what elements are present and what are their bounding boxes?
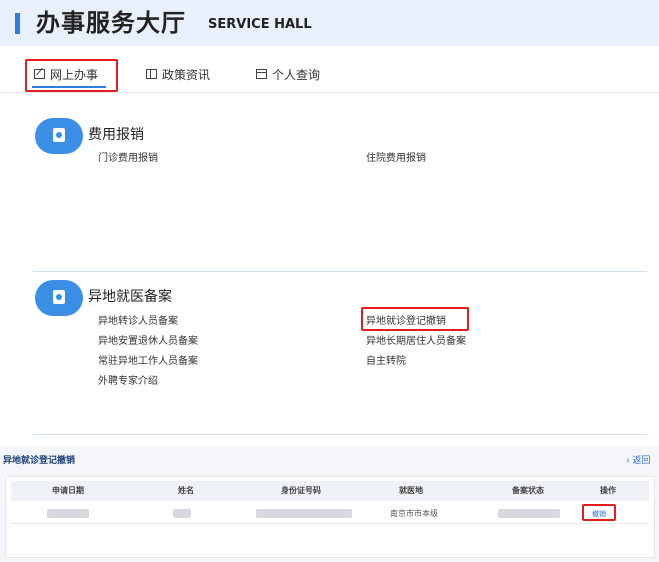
section-divider	[33, 271, 647, 272]
calendar-icon	[256, 69, 267, 79]
redacted-id-number	[256, 509, 352, 518]
service-item-expert-intro[interactable]: 外聘专家介绍	[98, 375, 158, 388]
highlight-box-cancel-button	[582, 504, 616, 521]
back-link[interactable]: ‹ 返回	[626, 455, 650, 467]
service-item-resident-worker[interactable]: 常驻异地工作人员备案	[98, 355, 198, 368]
service-item-transfer-record[interactable]: 异地转诊人员备案	[98, 315, 178, 328]
section-divider	[33, 434, 647, 435]
section-title-remote-medical: 异地就医备案	[88, 289, 172, 305]
service-item-self-transfer[interactable]: 自主转院	[366, 355, 406, 368]
page-subtitle: SERVICE HALL	[208, 17, 312, 32]
service-item-inpatient[interactable]: 住院费用报销	[366, 152, 426, 165]
records-table: 申请日期 姓名 身份证号码 就医地 备案状态 操作 南京市市本级 撤销	[5, 476, 655, 558]
header-accent-bar	[15, 13, 20, 34]
row-divider	[11, 523, 649, 524]
tab-policy-info[interactable]: 政策资讯	[146, 64, 210, 84]
section-title-expense: 费用报销	[88, 127, 144, 143]
table-header: 申请日期 姓名 身份证号码 就医地 备案状态 操作	[11, 481, 649, 501]
column-header-place: 就医地	[399, 486, 423, 495]
redacted-date	[47, 509, 89, 518]
highlight-box-tab	[25, 59, 118, 92]
column-header-id: 身份证号码	[281, 486, 321, 495]
service-item-outpatient[interactable]: 门诊费用报销	[98, 152, 158, 165]
column-header-name: 姓名	[178, 486, 194, 495]
book-icon	[146, 69, 157, 79]
medical-kit-icon	[35, 280, 83, 316]
document-icon	[35, 118, 83, 154]
service-item-long-term-residence[interactable]: 异地长期居住人员备案	[366, 335, 466, 348]
column-header-status: 备案状态	[512, 486, 544, 495]
redacted-status	[498, 509, 560, 518]
cancel-registration-panel: 异地就诊登记撤销 ‹ 返回 申请日期 姓名 身份证号码 就医地 备案状态 操作 …	[0, 446, 659, 562]
redacted-name	[173, 509, 191, 518]
tab-personal-query[interactable]: 个人查询	[256, 64, 320, 84]
cell-hospital-place: 南京市市本级	[390, 509, 438, 518]
column-header-action: 操作	[600, 486, 616, 495]
panel-title: 异地就诊登记撤销	[3, 456, 76, 466]
page-header: 办事服务大厅 SERVICE HALL	[0, 0, 659, 46]
page-title: 办事服务大厅	[36, 9, 186, 37]
tab-label: 个人查询	[272, 67, 321, 82]
tab-divider	[0, 92, 659, 93]
column-header-date: 申请日期	[52, 486, 84, 495]
highlight-box-cancel-item	[361, 307, 469, 331]
tab-label: 政策资讯	[162, 67, 211, 82]
service-item-retiree-record[interactable]: 异地安置退休人员备案	[98, 335, 198, 348]
